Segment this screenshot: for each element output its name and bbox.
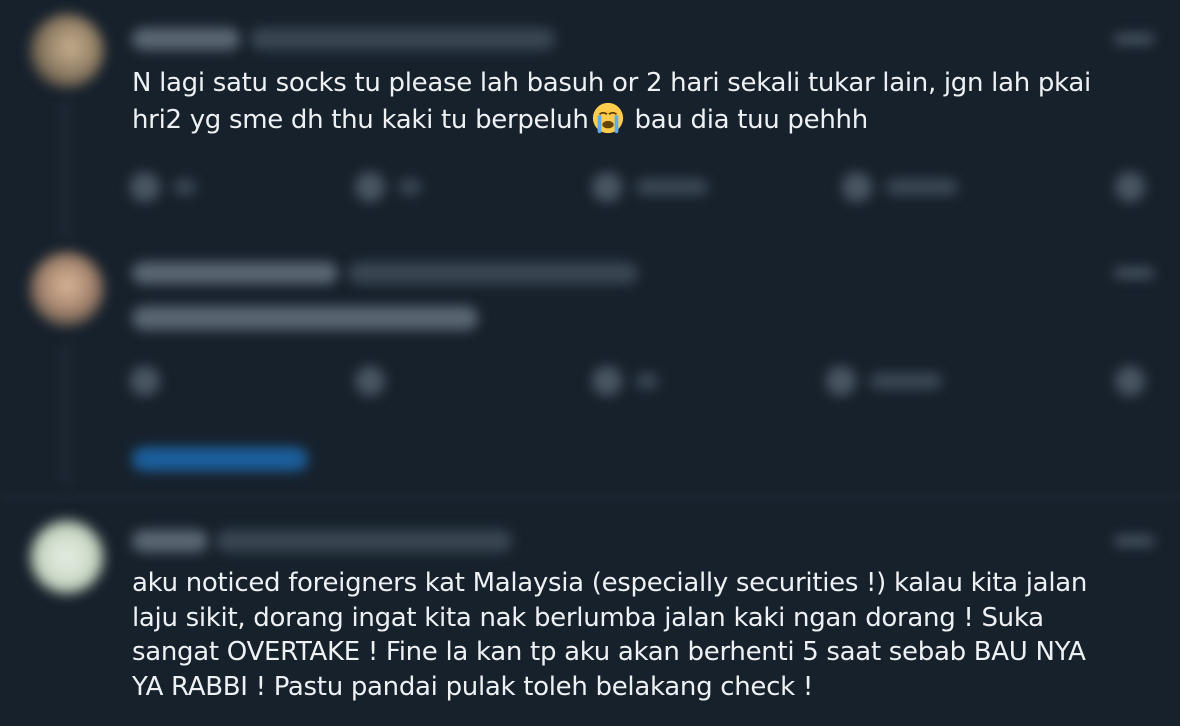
heart-icon [592,172,622,202]
views-icon [826,366,856,396]
heart-icon [592,366,622,396]
reply-button[interactable] [130,366,160,396]
author-handle-and-time[interactable] [250,28,555,50]
like-button[interactable] [592,172,708,202]
more-options-icon[interactable] [1114,34,1154,44]
tweet-text: aku noticed foreigners kat Malaysia (esp… [132,568,1088,702]
retweet-icon [355,172,385,202]
author-name[interactable] [132,262,338,284]
retweet-button[interactable] [355,366,385,396]
views-button[interactable] [826,366,942,396]
tweet-text: N lagi satu socks tu please lah basuh or… [132,68,1091,135]
thread-connector-line [64,345,68,485]
views-icon [842,172,872,202]
author-name[interactable] [132,530,208,552]
tweet-text [132,306,478,330]
thread-connector-line [64,100,68,240]
share-button[interactable] [1115,366,1145,396]
like-count [636,373,658,389]
author-handle-and-time[interactable] [348,262,638,284]
avatar[interactable] [30,520,104,594]
share-button[interactable] [1115,172,1145,202]
like-button[interactable] [592,366,658,396]
view-count [870,373,942,389]
share-icon [1115,366,1145,396]
author-handle-and-time[interactable] [216,530,512,552]
tweet-actions [130,366,1150,396]
retweet-count [399,179,421,195]
like-count [636,179,708,195]
avatar[interactable] [30,14,104,88]
retweet-icon [355,366,385,396]
author-name[interactable] [132,28,240,50]
share-icon [1115,172,1145,202]
reply-count [174,179,196,195]
view-count [886,179,958,195]
reply-icon [130,366,160,396]
divider [0,496,1180,498]
reply-icon [130,172,160,202]
retweet-button[interactable] [355,172,421,202]
loudly-crying-face-icon [592,102,623,133]
more-options-icon[interactable] [1114,536,1154,546]
views-button[interactable] [842,172,958,202]
reply-button[interactable] [130,172,196,202]
avatar[interactable] [30,252,104,326]
reply-thread: N lagi satu socks tu please lah basuh or… [0,0,1180,726]
more-options-icon[interactable] [1114,268,1154,278]
tweet-actions [130,172,1150,202]
show-replies-link[interactable] [132,447,308,471]
